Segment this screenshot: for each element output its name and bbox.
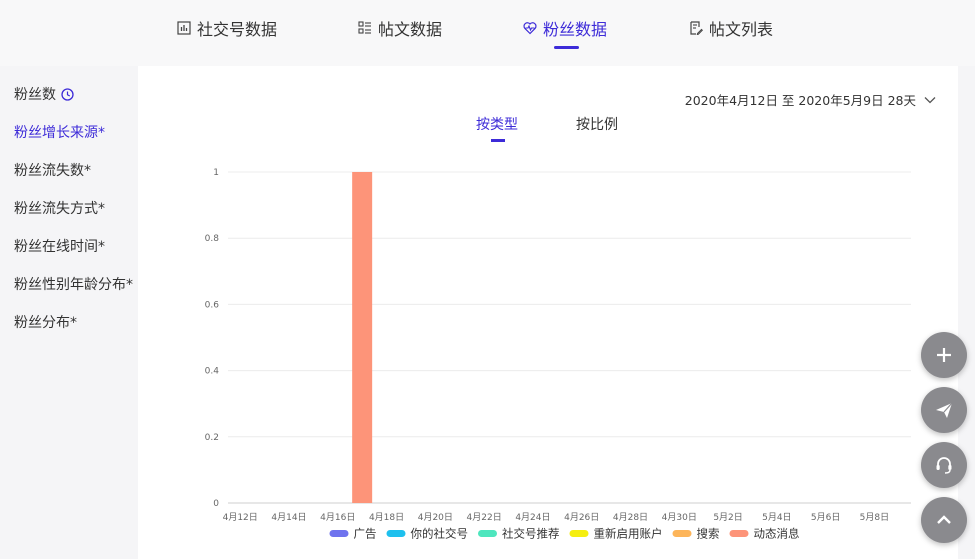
top-nav: 社交号数据 帖文数据 粉丝数据 帖文列表 bbox=[0, 0, 975, 66]
x-tick-label: 4月12日 bbox=[223, 512, 258, 523]
y-tick-label: 1 bbox=[213, 168, 219, 178]
y-tick-label: 0.8 bbox=[205, 234, 220, 244]
legend-swatch bbox=[386, 530, 406, 537]
tab-label: 粉丝数据 bbox=[543, 20, 608, 39]
x-tick-label: 5月8日 bbox=[860, 512, 889, 523]
x-tick-label: 5月2日 bbox=[713, 512, 742, 523]
sidebar-item-distribution[interactable]: 粉丝分布* bbox=[14, 312, 77, 332]
sidebar-item-label: 粉丝在线时间* bbox=[14, 239, 105, 255]
x-tick-label: 4月18日 bbox=[369, 512, 404, 523]
tab-post-list[interactable]: 帖文列表 bbox=[689, 16, 773, 40]
sidebar-item-label: 粉丝增长来源* bbox=[14, 125, 105, 141]
tab-fan-data[interactable]: 粉丝数据 bbox=[523, 16, 607, 40]
x-tick-label: 5月6日 bbox=[811, 512, 840, 523]
scroll-top-button[interactable] bbox=[921, 497, 967, 543]
tab-label: 帖文列表 bbox=[709, 20, 774, 39]
fan-growth-source-chart: 0 0.2 0.4 0.6 0.8 1 4月12日 4月14日 4月16日 4月18日 4月20日 4… bbox=[205, 168, 911, 541]
y-tick-label: 0.4 bbox=[205, 367, 220, 377]
sidebar-item-online-time[interactable]: 粉丝在线时间* bbox=[14, 236, 105, 256]
bar bbox=[352, 172, 373, 503]
sidebar-item-fan-loss-method[interactable]: 粉丝流失方式* bbox=[14, 198, 105, 218]
x-tick-label: 4月22日 bbox=[467, 512, 502, 523]
main-panel: 2020年4月12日 至 2020年5月9日 28天 按类型 按比例 0 0.2 0… bbox=[138, 66, 958, 559]
document-icon bbox=[689, 21, 703, 35]
tab-label: 帖文数据 bbox=[378, 20, 443, 39]
sidebar-item-fan-loss-count[interactable]: 粉丝流失数* bbox=[14, 160, 91, 180]
y-tick-label: 0 bbox=[213, 499, 219, 509]
tab-social-account-data[interactable]: 社交号数据 bbox=[177, 16, 277, 40]
x-tick-label: 4月24日 bbox=[515, 512, 550, 523]
clock-icon[interactable] bbox=[61, 87, 74, 101]
legend-swatch bbox=[478, 530, 497, 537]
sidebar-item-label: 粉丝数 bbox=[14, 87, 56, 103]
sidebar-item-label: 粉丝流失数* bbox=[14, 163, 91, 179]
sidebar-item-label: 粉丝性别年龄分布* bbox=[14, 277, 133, 293]
sidebar-item-label: 粉丝流失方式* bbox=[14, 201, 105, 217]
send-icon bbox=[936, 402, 953, 418]
x-tick-label: 5月4日 bbox=[762, 512, 791, 523]
legend-label: 重新启用账户 bbox=[594, 527, 663, 541]
heart-pulse-icon bbox=[523, 21, 537, 35]
y-tick-label: 0.6 bbox=[205, 300, 220, 310]
headset-icon bbox=[936, 457, 952, 474]
x-tick-label: 4月20日 bbox=[418, 512, 453, 523]
support-button[interactable] bbox=[921, 442, 967, 488]
legend-swatch bbox=[672, 530, 692, 537]
legend-label: 广告 bbox=[354, 527, 377, 541]
sidebar-item-growth-source[interactable]: 粉丝增长来源* bbox=[14, 122, 105, 142]
x-tick-label: 4月30日 bbox=[662, 512, 697, 523]
send-button[interactable] bbox=[921, 387, 967, 433]
x-tick-label: 4月28日 bbox=[613, 512, 648, 523]
bar-chart-icon bbox=[177, 21, 191, 35]
sidebar: 粉丝数 粉丝增长来源* 粉丝流失数* 粉丝流失方式* 粉丝在线时间* 粉丝性别年… bbox=[0, 66, 138, 559]
x-tick-label: 4月16日 bbox=[320, 512, 355, 523]
tab-label: 社交号数据 bbox=[197, 20, 278, 39]
sidebar-item-gender-age[interactable]: 粉丝性别年龄分布* bbox=[14, 274, 133, 294]
legend-swatch bbox=[329, 530, 349, 537]
plus-icon bbox=[937, 348, 951, 362]
legend-label: 搜索 bbox=[697, 527, 720, 541]
sidebar-item-label: 粉丝分布* bbox=[14, 315, 77, 331]
chevron-up-icon bbox=[937, 515, 951, 524]
sidebar-item-fan-count[interactable]: 粉丝数 bbox=[14, 84, 74, 104]
legend-swatch bbox=[569, 530, 589, 537]
list-icon bbox=[358, 21, 372, 35]
legend-label: 动态消息 bbox=[754, 527, 800, 541]
add-button[interactable] bbox=[921, 332, 967, 378]
legend-label: 你的社交号 bbox=[411, 527, 469, 541]
y-tick-label: 0.2 bbox=[205, 433, 219, 443]
x-tick-label: 4月14日 bbox=[271, 512, 306, 523]
legend-label: 社交号推荐 bbox=[502, 527, 560, 541]
x-tick-label: 4月26日 bbox=[564, 512, 599, 523]
active-tab-indicator bbox=[554, 46, 579, 49]
tab-post-data[interactable]: 帖文数据 bbox=[358, 16, 442, 40]
legend-swatch bbox=[729, 530, 749, 537]
